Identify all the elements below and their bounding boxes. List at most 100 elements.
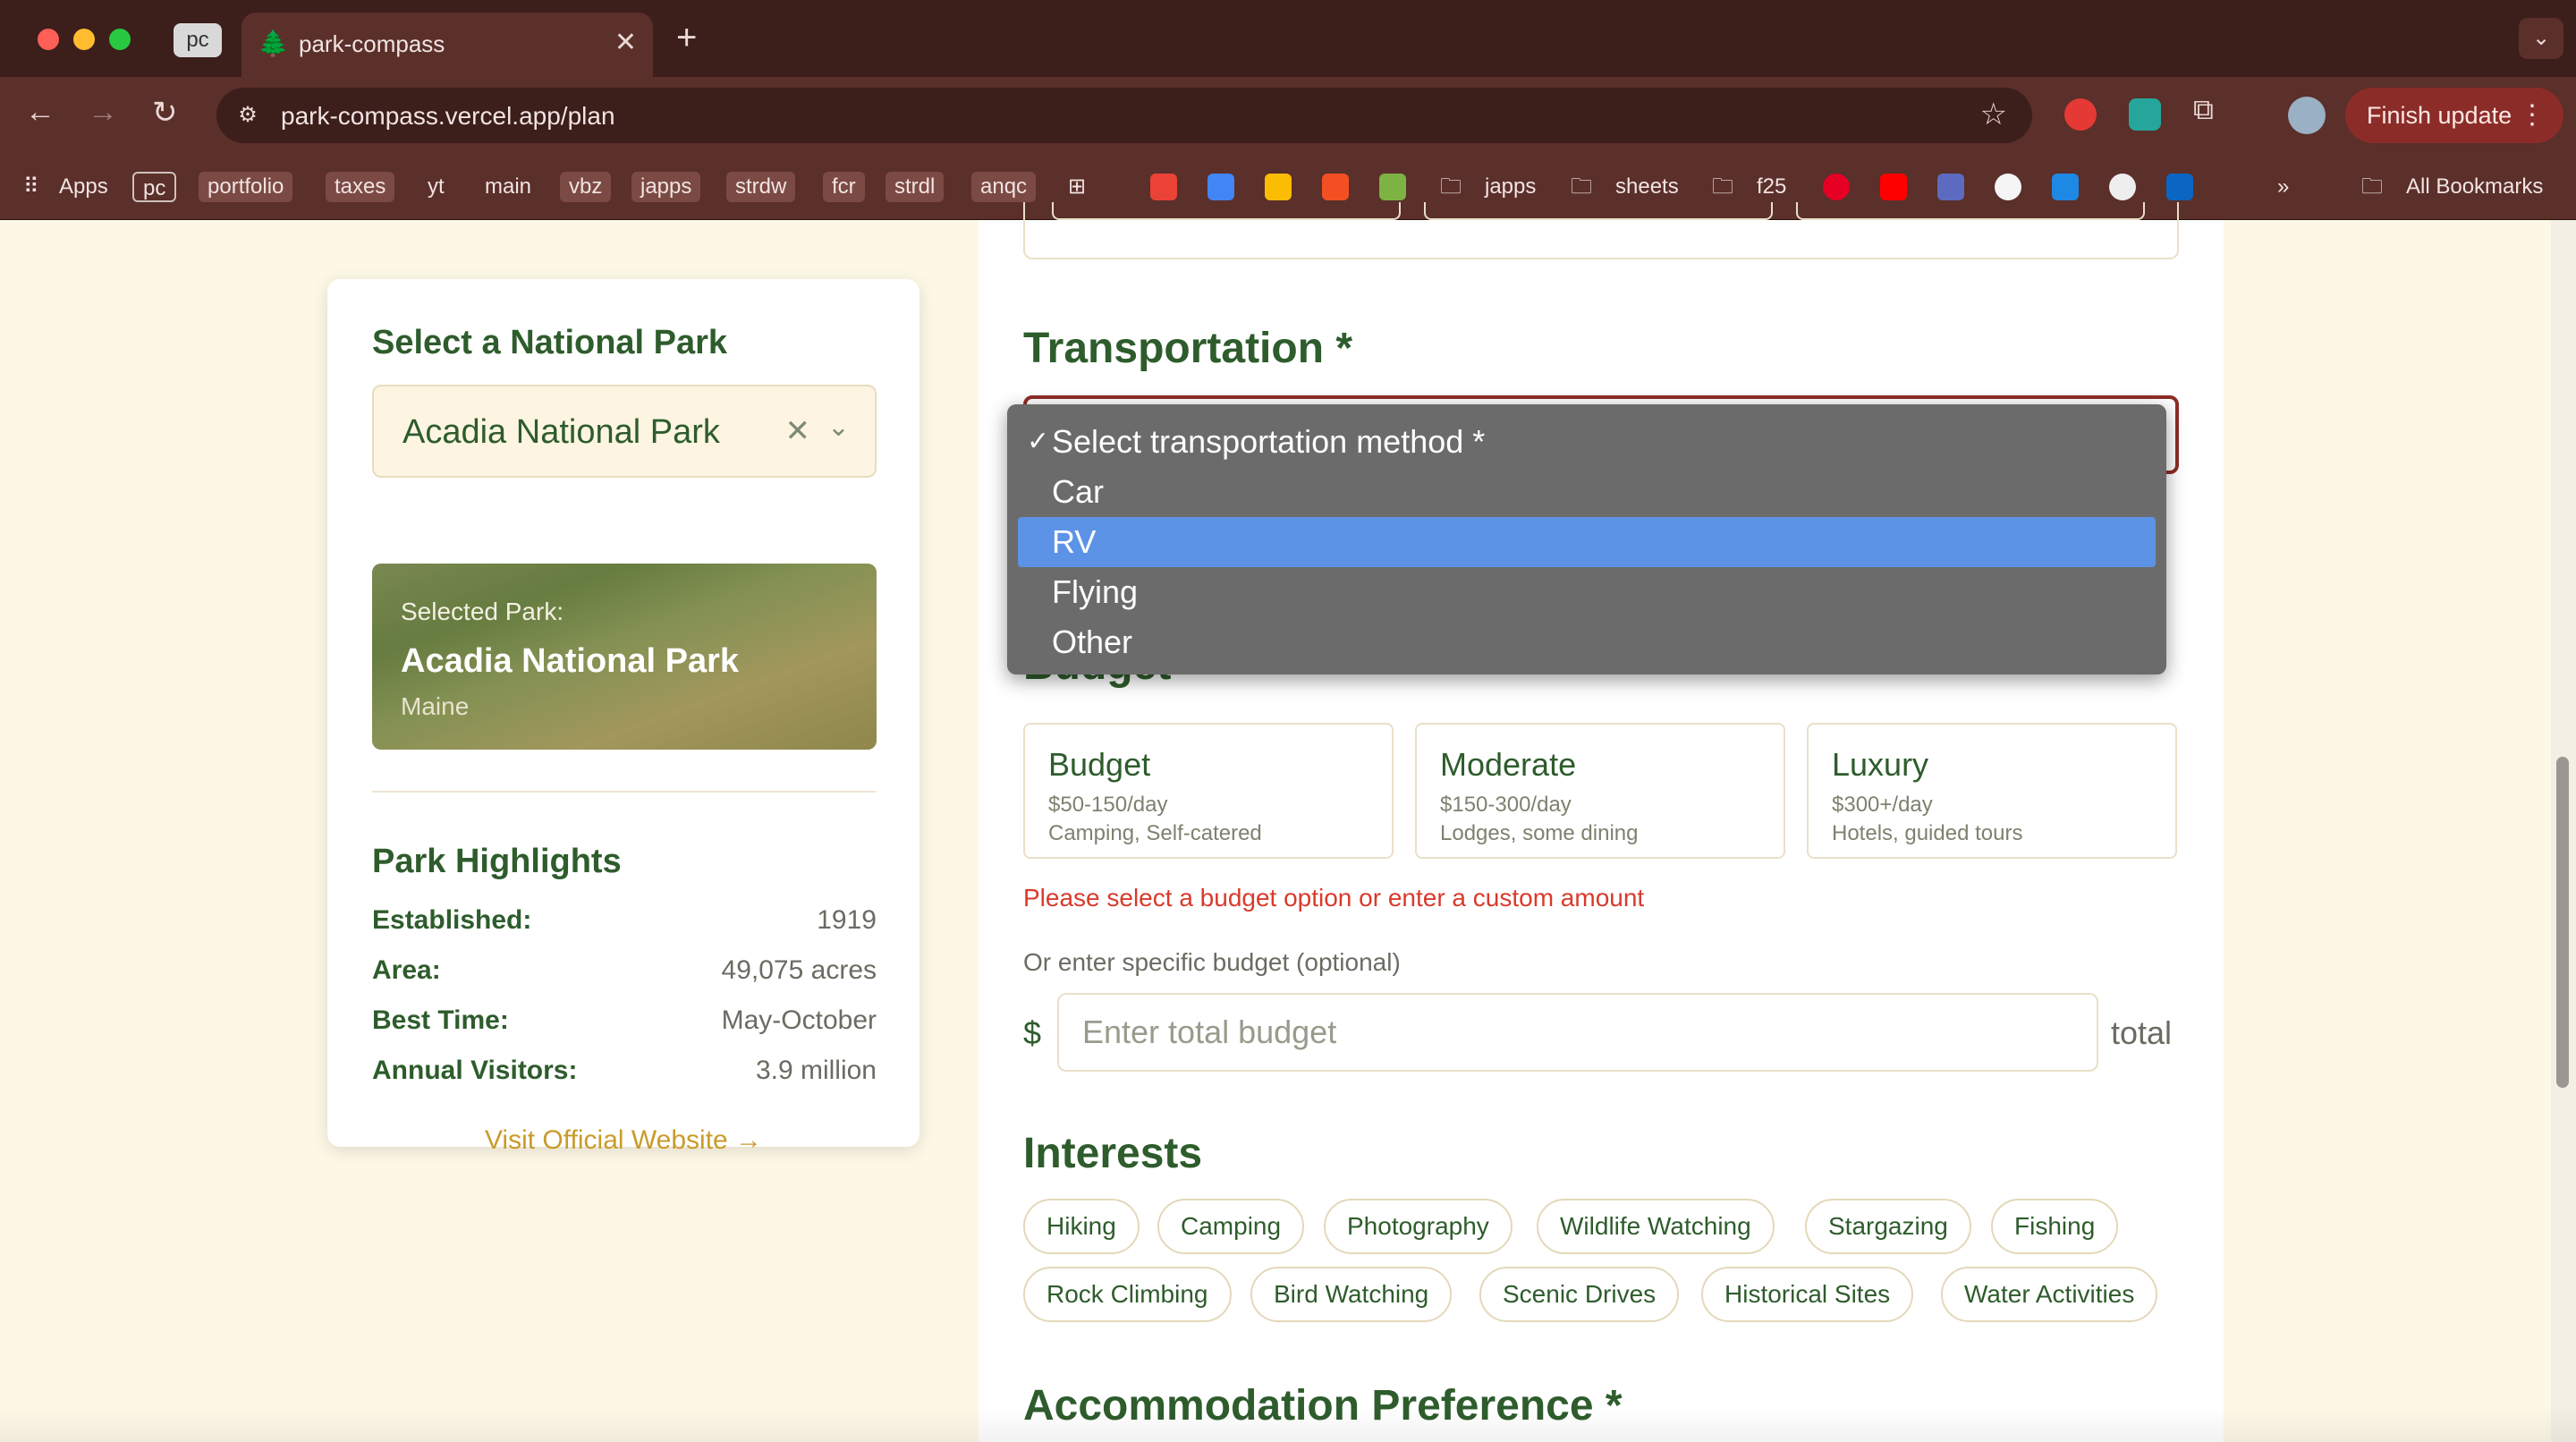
option-box: [1052, 202, 1401, 220]
extension-teal-icon[interactable]: [2129, 98, 2161, 131]
scrollbar-thumb[interactable]: [2556, 757, 2569, 1088]
divider: [372, 791, 877, 793]
interest-chip-historical-sites[interactable]: Historical Sites: [1701, 1267, 1914, 1322]
park-highlights-heading: Park Highlights: [372, 843, 622, 880]
finish-update-button[interactable]: Finish update ⋮: [2345, 88, 2563, 143]
budget-option-luxury[interactable]: Luxury $300+/day Hotels, guided tours: [1807, 723, 2177, 859]
total-budget-input[interactable]: [1057, 993, 2098, 1072]
tab-park-compass[interactable]: 🌲 park-compass ✕: [242, 13, 653, 77]
chatgpt-icon[interactable]: [2109, 174, 2136, 200]
transport-option-placeholder[interactable]: ✓ Select transportation method *: [1018, 417, 2156, 467]
tree-icon: 🌲: [258, 30, 289, 57]
interest-chip-fishing[interactable]: Fishing: [1991, 1199, 2119, 1254]
linkedin-icon[interactable]: [2166, 174, 2193, 200]
budget-option-name: Luxury: [1832, 746, 1929, 783]
folder-icon: 🗀: [1712, 174, 1733, 199]
microsoft-icon[interactable]: [1322, 174, 1349, 200]
site-info-icon[interactable]: ⚙: [231, 98, 265, 132]
highlight-row: Established: 1919: [372, 905, 877, 941]
interest-chip-hiking[interactable]: Hiking: [1023, 1199, 1140, 1254]
bookmark-japps[interactable]: japps: [631, 172, 701, 202]
bookmark-anqc[interactable]: anqc: [971, 172, 1037, 202]
close-icon[interactable]: ✕: [614, 27, 637, 58]
total-suffix: total: [2111, 1014, 2173, 1051]
bookmark-strdl[interactable]: strdl: [886, 172, 945, 202]
previous-section-box: [1023, 202, 2179, 259]
transport-option-car[interactable]: Car: [1018, 467, 2156, 517]
window-close-button[interactable]: [38, 29, 59, 50]
bookmark-folder-sheets[interactable]: sheets: [1615, 172, 1679, 202]
pinned-tab[interactable]: pc: [174, 23, 222, 57]
transport-option-other[interactable]: Other: [1018, 617, 2156, 667]
extensions-puzzle-icon[interactable]: ⧉: [2193, 93, 2225, 125]
highlight-row: Annual Visitors: 3.9 million: [372, 1056, 877, 1091]
bookmark-vbz[interactable]: vbz: [560, 172, 612, 202]
scrollbar-track[interactable]: [2551, 220, 2576, 1442]
option-box: [1796, 202, 2145, 220]
bookmark-fcr[interactable]: fcr: [823, 172, 865, 202]
github-icon[interactable]: [1995, 174, 2021, 200]
interest-chip-rock-climbing[interactable]: Rock Climbing: [1023, 1267, 1232, 1322]
clear-icon[interactable]: ✕: [785, 413, 811, 449]
plant-icon[interactable]: [1379, 174, 1406, 200]
interest-chip-stargazing[interactable]: Stargazing: [1805, 1199, 1971, 1254]
bookmark-portfolio[interactable]: portfolio: [199, 172, 293, 202]
select-park-heading: Select a National Park: [372, 324, 728, 361]
option-box: [1424, 202, 1773, 220]
bookmark-strdw[interactable]: strdw: [726, 172, 796, 202]
interest-chip-bird-watching[interactable]: Bird Watching: [1250, 1267, 1453, 1322]
a-icon[interactable]: [2052, 174, 2079, 200]
chevron-down-icon[interactable]: ⌄: [2519, 18, 2563, 59]
specific-budget-label: Or enter specific budget (optional): [1023, 948, 1401, 976]
window-maximize-button[interactable]: [109, 29, 131, 50]
banner-park-state: Maine: [401, 692, 470, 720]
park-select[interactable]: Acadia National Park ✕ ⌄: [372, 385, 877, 478]
chevron-down-icon[interactable]: ⌄: [827, 411, 850, 443]
interest-chip-scenic-drives[interactable]: Scenic Drives: [1479, 1267, 1680, 1322]
interest-chip-wildlife-watching[interactable]: Wildlife Watching: [1537, 1199, 1775, 1254]
youtube-icon[interactable]: [1880, 174, 1907, 200]
page-content: Select a National Park Acadia National P…: [0, 202, 2576, 1442]
bird-icon[interactable]: [1937, 174, 1964, 200]
checkmark-icon: ✓: [1027, 427, 1050, 456]
bookmark-folder-f25[interactable]: f25: [1757, 172, 1786, 202]
bookmark-taxes[interactable]: taxes: [326, 172, 395, 202]
window-minimize-button[interactable]: [73, 29, 95, 50]
interest-chip-water-activities[interactable]: Water Activities: [1941, 1267, 2158, 1322]
extension-red-icon[interactable]: [2064, 98, 2097, 131]
bookmark-apps[interactable]: Apps: [59, 172, 108, 202]
back-arrow-icon[interactable]: ←: [25, 95, 55, 130]
address-bar[interactable]: ⚙ park-compass.vercel.app/plan ☆: [216, 88, 2032, 143]
highlight-key: Established:: [372, 905, 532, 935]
banner-label: Selected Park:: [401, 598, 564, 625]
reload-icon[interactable]: ↻: [152, 95, 178, 131]
highlight-key: Best Time:: [372, 1005, 509, 1035]
grid-icon[interactable]: ⊞: [1068, 172, 1086, 202]
bookmark-yt[interactable]: yt: [428, 172, 445, 202]
apps-grid-icon[interactable]: ⠿: [23, 172, 39, 202]
more-bookmarks-icon[interactable]: »: [2277, 172, 2289, 202]
drive-icon[interactable]: [1265, 174, 1292, 200]
visit-official-website-link[interactable]: Visit Official Website →: [327, 1125, 919, 1156]
pinterest-icon[interactable]: [1823, 174, 1850, 200]
interests-title: Interests: [1023, 1130, 1203, 1177]
bookmark-folder-japps[interactable]: japps: [1485, 172, 1536, 202]
kebab-menu-icon[interactable]: ⋮: [2519, 88, 2546, 143]
forward-arrow-icon[interactable]: →: [88, 95, 118, 130]
gmail-icon[interactable]: [1150, 174, 1177, 200]
url-text[interactable]: park-compass.vercel.app/plan: [281, 102, 615, 131]
transportation-title: Transportation *: [1023, 325, 1353, 372]
interest-chip-photography[interactable]: Photography: [1324, 1199, 1513, 1254]
bookmark-star-icon[interactable]: ☆: [1980, 97, 2007, 132]
new-tab-button[interactable]: +: [676, 18, 697, 58]
budget-option-budget[interactable]: Budget $50-150/day Camping, Self-catered: [1023, 723, 1394, 859]
bookmark-pc[interactable]: pc: [132, 172, 177, 202]
budget-option-moderate[interactable]: Moderate $150-300/day Lodges, some dinin…: [1415, 723, 1785, 859]
calendar-icon[interactable]: [1208, 174, 1234, 200]
interest-chip-camping[interactable]: Camping: [1157, 1199, 1305, 1254]
bookmark-main[interactable]: main: [485, 172, 531, 202]
profile-avatar[interactable]: [2288, 97, 2326, 134]
transport-option-flying[interactable]: Flying: [1018, 567, 2156, 617]
all-bookmarks[interactable]: All Bookmarks: [2406, 172, 2543, 202]
transport-option-rv[interactable]: RV: [1018, 517, 2156, 567]
